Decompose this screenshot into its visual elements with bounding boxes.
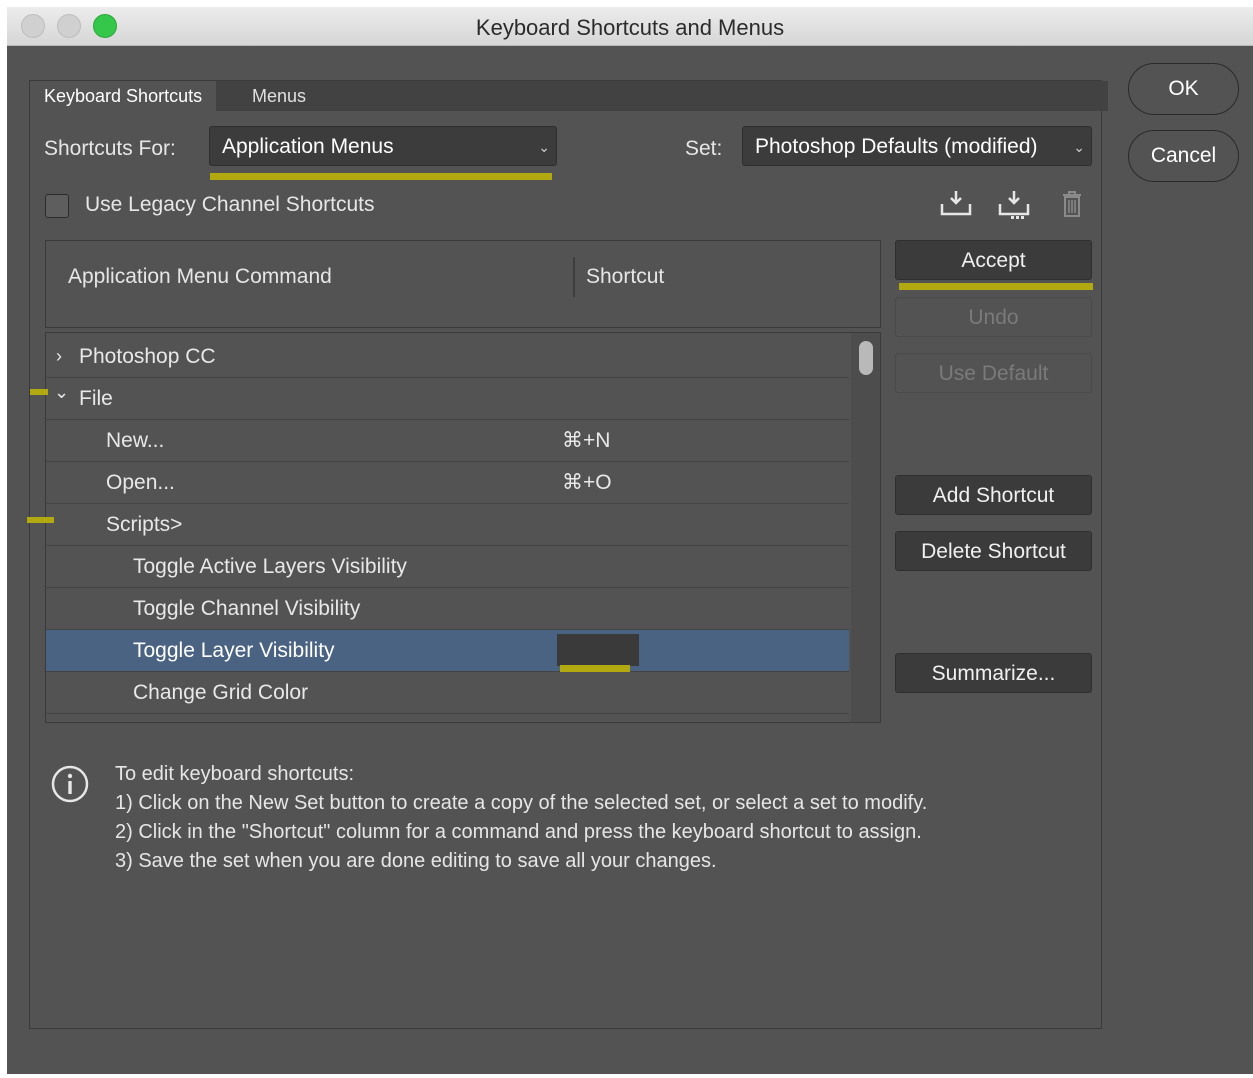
shortcut-value[interactable]: ⌘+N: [562, 420, 610, 461]
chevron-down-icon: ⌄: [538, 139, 550, 155]
accept-button[interactable]: Accept: [895, 240, 1092, 280]
set-value: Photoshop Defaults (modified): [755, 135, 1038, 158]
use-default-button[interactable]: Use Default: [895, 353, 1092, 393]
dialog-window: Keyboard Shortcuts and Menus Keyboard Sh…: [7, 7, 1253, 1074]
new-set-icon[interactable]: [997, 187, 1031, 221]
highlight-marker: [30, 389, 48, 395]
cancel-button[interactable]: Cancel: [1128, 130, 1239, 182]
summarize-button[interactable]: Summarize...: [895, 653, 1092, 693]
trash-icon[interactable]: [1055, 187, 1089, 221]
list-item[interactable]: ⌄ File: [46, 378, 849, 420]
info-step-3: 3) Save the set when you are done editin…: [115, 850, 717, 872]
highlight-bar: [560, 665, 630, 672]
list-item[interactable]: › Photoshop CC: [46, 336, 849, 378]
list-item[interactable]: Toggle Active Layers Visibility: [46, 546, 849, 588]
list-header: Application Menu Command Shortcut: [45, 240, 881, 328]
list-item[interactable]: New... ⌘+N: [46, 420, 849, 462]
info-step-1: 1) Click on the New Set button to create…: [115, 792, 928, 814]
column-divider[interactable]: [573, 257, 575, 297]
delete-shortcut-button[interactable]: Delete Shortcut: [895, 531, 1092, 571]
tab-strip: Keyboard Shortcuts Menus: [30, 81, 1108, 111]
info-text: To edit keyboard shortcuts: 1) Click on …: [115, 760, 927, 876]
add-shortcut-button[interactable]: Add Shortcut: [895, 475, 1092, 515]
list-item[interactable]: Change Grid Color: [46, 672, 849, 714]
list-scrollbar[interactable]: [851, 333, 880, 722]
highlight-bar: [210, 173, 552, 180]
list-item[interactable]: Toggle Channel Visibility: [46, 588, 849, 630]
info-icon: [50, 764, 90, 809]
chevron-right-icon[interactable]: ›: [56, 336, 62, 377]
window-title: Keyboard Shortcuts and Menus: [475, 15, 785, 40]
shortcuts-for-value: Application Menus: [222, 135, 394, 158]
legacy-channel-checkbox[interactable]: [45, 194, 69, 218]
column-header-command[interactable]: Application Menu Command: [68, 265, 332, 289]
tab-keyboard-shortcuts[interactable]: Keyboard Shortcuts: [30, 81, 217, 111]
shortcut-input[interactable]: [557, 634, 639, 666]
info-heading: To edit keyboard shortcuts:: [115, 763, 355, 785]
list-item[interactable]: Scripts>: [46, 504, 849, 546]
set-select[interactable]: Photoshop Defaults (modified) ⌄: [742, 126, 1092, 166]
highlight-marker: [27, 517, 54, 523]
command-list: › Photoshop CC ⌄ File New... ⌘+N Open...…: [45, 332, 881, 723]
title-bar: Keyboard Shortcuts and Menus: [7, 7, 1253, 46]
shortcuts-for-label: Shortcuts For:: [44, 137, 176, 160]
shortcuts-for-select[interactable]: Application Menus ⌄: [209, 126, 557, 166]
tab-menus[interactable]: Menus: [238, 81, 320, 111]
ok-button[interactable]: OK: [1128, 63, 1239, 115]
shortcut-value[interactable]: ⌘+O: [562, 462, 612, 503]
save-set-icon[interactable]: [939, 187, 973, 221]
highlight-bar: [899, 283, 1093, 290]
chevron-down-icon: ⌄: [1073, 139, 1085, 155]
info-step-2: 2) Click in the "Shortcut" column for a …: [115, 821, 922, 843]
list-item-selected[interactable]: Toggle Layer Visibility: [46, 630, 849, 672]
undo-button[interactable]: Undo: [895, 297, 1092, 337]
legacy-channel-label: Use Legacy Channel Shortcuts: [85, 193, 375, 216]
chevron-down-icon[interactable]: ⌄: [54, 372, 69, 413]
column-header-shortcut[interactable]: Shortcut: [586, 265, 664, 289]
scrollbar-thumb[interactable]: [859, 341, 873, 375]
set-label: Set:: [685, 137, 723, 160]
list-item[interactable]: Open... ⌘+O: [46, 462, 849, 504]
